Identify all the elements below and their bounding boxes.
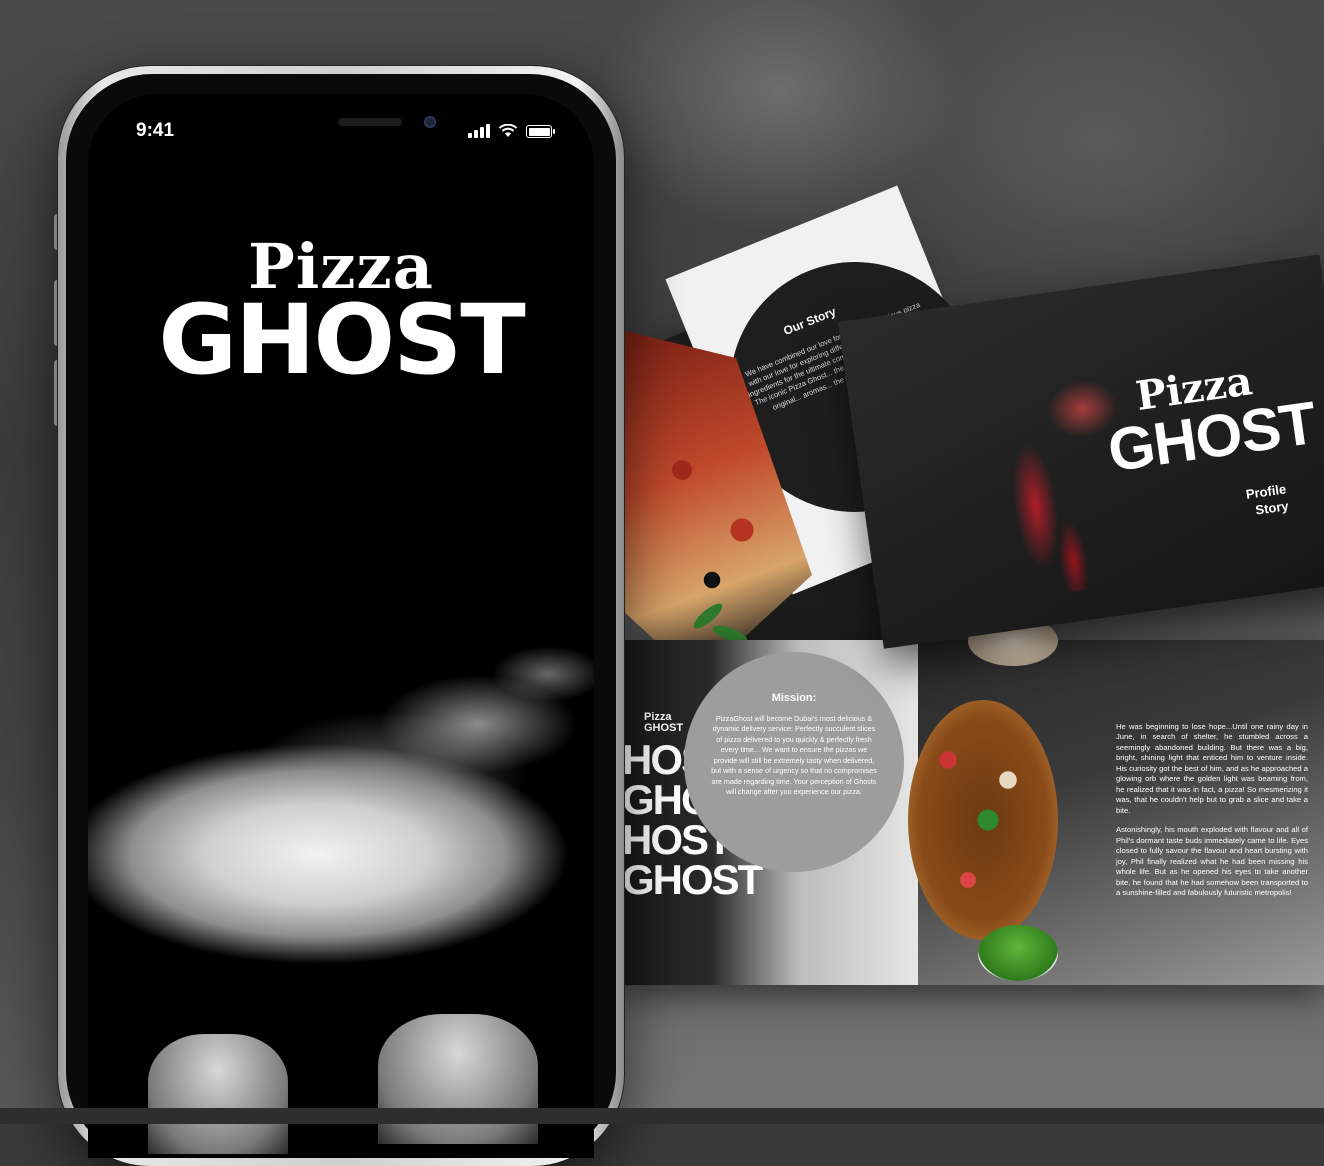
spread-left-page: HOST GHOST HOST GHOST Pizza GHOST Missio… — [622, 640, 918, 985]
mission-circle: Mission: PizzaGhost will become Dubai's … — [684, 652, 904, 872]
pizza-image — [908, 700, 1058, 940]
mission-text: PizzaGhost will become Dubai's most deli… — [711, 714, 877, 797]
our-story-title: Our Story — [781, 304, 838, 339]
front-camera — [424, 116, 436, 128]
left-hand-image — [148, 1034, 288, 1154]
status-icons — [468, 124, 555, 138]
phone-screen: 9:41 Pizza GHOST — [88, 94, 594, 1158]
signal-icon — [468, 124, 490, 138]
story-paragraph-1: He was beginning to lose hope...Until on… — [1116, 722, 1308, 815]
mini-logo-bottom: GHOST — [644, 722, 684, 734]
right-hand-image — [378, 1014, 538, 1144]
brochure-cover: Pizza GHOST Profile Story — [838, 254, 1324, 649]
peas-bowl-image — [978, 925, 1058, 981]
wifi-icon — [498, 124, 518, 137]
status-time: 9:41 — [136, 120, 175, 141]
cover-subtitle: Profile Story — [1245, 481, 1290, 520]
phone-bezel: 9:41 Pizza GHOST — [66, 74, 616, 1158]
phone-frame: 9:41 Pizza GHOST — [58, 66, 624, 1166]
speaker-grille — [338, 118, 402, 126]
story-paragraph-2: Astonishingly, his mouth exploded with f… — [1116, 825, 1308, 898]
bottom-band — [0, 1108, 1324, 1124]
app-logo-bottom: GHOST — [158, 284, 525, 396]
cover-subtitle-2: Story — [1254, 498, 1290, 518]
story-column: He was beginning to lose hope...Until on… — [1116, 722, 1308, 908]
mini-logo: Pizza GHOST — [644, 712, 683, 734]
spread-right-page: He was beginning to lose hope...Until on… — [908, 616, 1324, 985]
mission-title: Mission: — [771, 692, 817, 704]
battery-icon — [526, 125, 555, 138]
brochure-spread: HOST GHOST HOST GHOST Pizza GHOST Missio… — [622, 616, 1324, 985]
